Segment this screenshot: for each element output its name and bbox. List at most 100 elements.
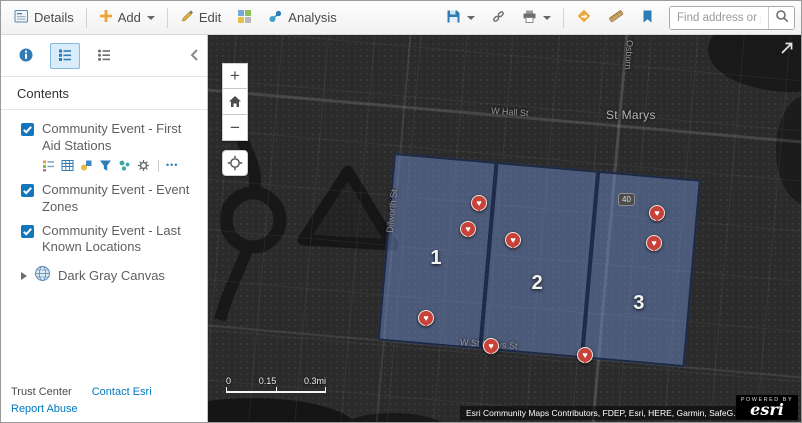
trust-center-link[interactable]: Trust Center [11,386,72,398]
layer-item-first-aid-stations: Community Event - First Aid Stations [21,121,199,155]
filter-icon[interactable] [99,159,113,173]
change-style-icon[interactable] [80,159,94,173]
search-button[interactable] [768,6,794,29]
layer-item-dark-gray-canvas[interactable]: Dark Gray Canvas [21,265,199,287]
search-icon [775,9,789,26]
scale-end: 0.3mi [303,376,326,386]
report-abuse-link[interactable]: Report Abuse [11,403,78,415]
heart-icon: ♥ [476,197,482,208]
toolbar-separator [563,7,564,28]
layer-label[interactable]: Community Event - First Aid Stations [42,121,199,155]
tab-content[interactable] [50,43,80,69]
map-navigation-controls: + − [222,63,248,176]
expand-map-button[interactable] [778,40,796,58]
heart-icon: ♥ [582,349,588,360]
cluster-points-icon[interactable] [118,159,132,173]
pencil-icon [180,9,194,26]
first-aid-station-pin[interactable]: ♥ [577,347,593,363]
zoom-in-button[interactable]: + [222,63,248,89]
analysis-label: Analysis [288,10,337,25]
tab-about[interactable] [11,43,41,69]
layer-label: Dark Gray Canvas [58,267,165,283]
globe-icon [34,265,51,287]
printer-icon [522,9,537,27]
edit-button[interactable]: Edit [173,5,228,31]
layer-item-event-zones: Community Event - Event Zones [21,182,199,216]
details-label: Details [34,10,74,25]
search-input[interactable] [670,6,768,29]
first-aid-station-pin[interactable]: ♥ [646,235,662,251]
measure-button[interactable] [601,5,631,31]
chevron-left-icon [189,48,199,65]
first-aid-station-pin[interactable]: ♥ [418,310,434,326]
layer-list: Community Event - First Aid Stations •••… [1,110,207,287]
print-button[interactable] [515,5,558,31]
analysis-icon [268,9,283,27]
expand-arrow-icon [779,42,795,59]
first-aid-station-pin[interactable]: ♥ [471,195,487,211]
layer-tools-row: ••• [42,159,199,173]
zone-number: 2 [531,271,543,294]
layer-checkbox[interactable] [21,183,34,197]
directions-icon [576,8,592,27]
ruler-icon [608,8,624,27]
info-icon [18,47,34,66]
zone-number: 3 [632,291,645,314]
layer-label[interactable]: Community Event - Event Zones [42,182,199,216]
collapse-sidebar-button[interactable] [187,46,201,67]
save-icon [446,9,461,27]
map-canvas[interactable]: 1 2 3 ♥ ♥ ♥ ♥ ♥ ♥ ♥ ♥ W Hall St St Marys… [208,35,801,422]
share-link-button[interactable] [484,5,513,31]
tab-legend[interactable] [89,43,119,69]
city-label-st-marys: St Marys [606,108,656,122]
contents-heading: Contents [1,77,207,110]
scale-line [226,387,326,393]
bookmark-icon [640,9,655,27]
chevron-down-icon [543,15,551,20]
contact-esri-link[interactable]: Contact Esri [92,386,152,398]
first-aid-station-pin[interactable]: ♥ [505,232,521,248]
zoom-out-button[interactable]: − [222,115,248,141]
content-list-icon [57,47,73,66]
event-zone-3[interactable]: 3 [582,170,701,368]
event-zone-2[interactable]: 2 [479,161,599,359]
show-legend-icon[interactable] [42,159,56,173]
toolbar-left-group: Details Add Edit Analysis [7,5,344,31]
highway-shield-40: 40 [618,193,635,206]
first-aid-station-pin[interactable]: ♥ [483,338,499,354]
basemap-button[interactable] [230,5,259,31]
show-table-icon[interactable] [61,159,75,173]
analysis-button[interactable]: Analysis [261,5,343,31]
street-label-osborn-st: Osborn [622,39,636,70]
map-attribution: Esri Community Maps Contributors, FDEP, … [460,406,748,420]
chevron-down-icon [146,15,155,20]
home-button[interactable] [222,89,248,115]
layer-settings-gear-icon[interactable] [137,159,151,173]
expand-layer-icon[interactable] [21,272,27,281]
scale-middle: 0.15 [258,376,277,386]
event-zones-layer: 1 2 3 [377,153,701,368]
legend-icon [96,47,112,66]
directions-button[interactable] [569,5,599,31]
first-aid-station-pin[interactable]: ♥ [649,205,665,221]
bookmarks-button[interactable] [633,5,662,31]
more-options-button[interactable]: ••• [166,161,178,170]
esri-brand-label: esri [750,400,784,420]
layer-checkbox[interactable] [21,123,34,136]
event-zone-1[interactable]: 1 [377,153,497,350]
add-button[interactable]: Add [92,5,162,31]
first-aid-station-pin[interactable]: ♥ [460,221,476,237]
zone-number: 1 [430,247,442,270]
sidebar-footer: Trust Center Contact Esri Report Abuse [11,384,201,417]
save-button[interactable] [439,5,482,31]
scale-start: 0 [226,376,232,386]
details-button[interactable]: Details [7,5,81,31]
layer-label[interactable]: Community Event - Last Known Locations [42,223,199,257]
layer-checkbox[interactable] [21,224,34,238]
toolbar-separator [166,7,168,28]
sidebar-tabs [1,35,207,77]
road-w-hall-st [208,82,801,152]
edit-label: Edit [198,10,222,25]
find-my-location-button[interactable] [222,150,248,176]
heart-icon: ♥ [654,207,660,218]
